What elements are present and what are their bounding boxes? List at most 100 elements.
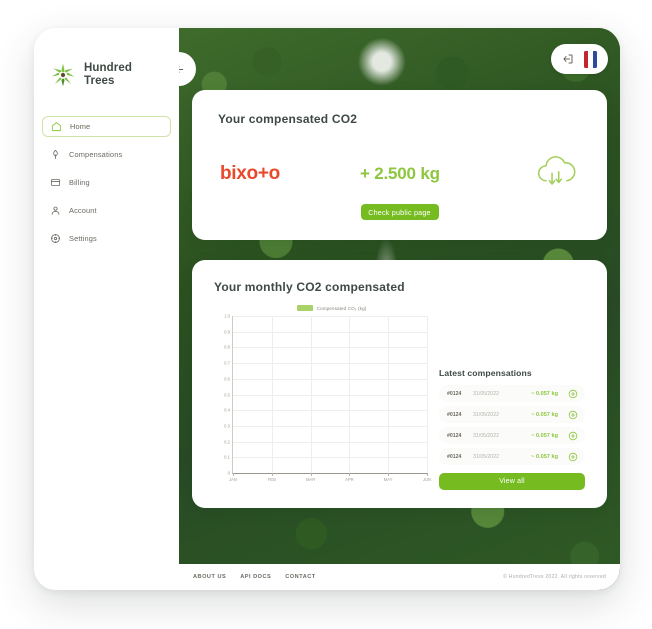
plus-circle-icon[interactable] [568, 431, 578, 441]
chart-gridline-vertical [310, 316, 312, 473]
chart-x-tick-mark [233, 473, 234, 476]
chart-x-tick-label: MAY [383, 477, 393, 482]
chart-gridline-horizontal [233, 378, 427, 380]
chart-y-tick-label: 0.9 [224, 329, 230, 335]
logout-icon[interactable] [562, 53, 574, 65]
compensated-co2-value: + 2.500 kg [360, 164, 440, 183]
sidebar-item-account[interactable]: Account [42, 200, 171, 221]
footer-copyright: © HundredTress 2022. All rights reserved [502, 574, 606, 580]
plus-circle-icon[interactable] [568, 452, 578, 462]
compensation-id: #0124 [447, 432, 462, 439]
chart-gridline-horizontal [233, 457, 427, 459]
header-actions [551, 44, 608, 74]
chart-x-tick-mark [388, 473, 390, 476]
latest-compensations-panel: Latest compensations #0124 31/05/2022 ~ 0.… [439, 302, 585, 494]
plus-circle-icon[interactable] [568, 410, 578, 420]
chart-gridline-horizontal [233, 316, 427, 317]
arrow-left-icon [179, 66, 183, 72]
compensation-id: #0124 [447, 411, 462, 418]
main-content: Your compensated CO2 bixo+o + 2.500 kg C… [179, 28, 620, 590]
brand-name: Hundred Trees [84, 62, 132, 88]
sidebar-item-billing[interactable]: Billing [42, 172, 171, 193]
person-icon [51, 206, 60, 215]
compensation-amount: ~ 0.057 kg [531, 453, 558, 460]
chart-gridline-horizontal [233, 441, 427, 443]
compensated-co2-title: Your compensated CO2 [218, 112, 358, 126]
compensation-id: #0124 [447, 453, 462, 460]
compensated-co2-card: Your compensated CO2 bixo+o + 2.500 kg C… [192, 90, 607, 240]
plus-circle-icon[interactable] [568, 389, 578, 399]
chart-legend: Compensated CO₂ (kg) [234, 302, 429, 314]
chart-x-tick-label: MAR [305, 477, 316, 482]
french-flag-icon[interactable] [584, 50, 597, 68]
trees-starburst-icon [51, 63, 75, 87]
chart-gridline-horizontal [233, 394, 427, 396]
sidebar-item-compensations-label: Compensations [69, 150, 123, 159]
chart-plot-area: 0 0.1 0.2 0.3 0.4 0.5 0.6 0.7 0.8 0.9 1.0 JAN FEB MAR… [224, 314, 431, 483]
footer: ABOUT US API DOCS CONTACT © HundredTress 2… [179, 564, 620, 590]
compensation-amount: ~ 0.057 kg [531, 432, 558, 439]
chart-x-tick-mark [427, 473, 428, 476]
chart-and-list: Compensated CO₂ (kg) 0 0.1 0.2 0.3 0.4 0.5 0.6… [214, 302, 585, 494]
flag-band-red [592, 50, 597, 68]
chart-y-tick-label: 0.2 [224, 439, 230, 445]
sidebar-item-home[interactable]: Home [42, 116, 171, 137]
chart-y-tick-label: 0.3 [224, 423, 230, 429]
chart-y-tick-label: 0.8 [224, 344, 230, 350]
compensation-date: 31/05/2022 [473, 432, 499, 439]
compensation-row[interactable]: #0124 31/05/2022 ~ 0.057 kg [439, 385, 585, 402]
compensation-row[interactable]: #0124 31/05/2022 ~ 0.057 kg [439, 427, 585, 444]
legend-swatch-compensated [296, 305, 313, 311]
gear-icon [51, 234, 60, 243]
chart-y-tick-label: 0.5 [224, 392, 230, 397]
chart-plot: 0 0.1 0.2 0.3 0.4 0.5 0.6 0.7 0.8 0.9 1.0 JAN FEB MAR… [214, 314, 431, 488]
chart-gridline-vertical [388, 316, 390, 473]
compensation-row[interactable]: #0124 31/05/2022 ~ 0.057 kg [439, 448, 585, 465]
sidebar-item-account-label: Account [69, 206, 97, 215]
chart-gridline-horizontal [233, 331, 427, 333]
compensation-row[interactable]: #0124 31/05/2022 ~ 0.057 kg [439, 406, 585, 423]
sidebar-item-compensations[interactable]: Compensations [42, 144, 171, 165]
chart-gridline-horizontal [233, 363, 427, 365]
monthly-co2-card: Your monthly CO2 compensated Compensated… [192, 260, 607, 508]
view-all-button[interactable]: View all [439, 473, 585, 490]
chart-y-tick-label: 0.7 [224, 360, 230, 366]
chart-gridline-horizontal [233, 347, 427, 349]
tree-icon [53, 149, 58, 160]
brand-logo[interactable]: Hundred Trees [34, 28, 179, 98]
cloud-co2-icon [538, 156, 576, 185]
footer-links: ABOUT US API DOCS CONTACT [193, 574, 316, 580]
sidebar-item-settings-label: Settings [69, 234, 97, 243]
chart-gridline-horizontal [233, 425, 427, 427]
monthly-co2-chart: Compensated CO₂ (kg) 0 0.1 0.2 0.3 0.4 0.5 0.6… [214, 302, 431, 494]
sidebar-item-billing-label: Billing [69, 178, 90, 187]
chart-x-tick-label: JAN [229, 477, 237, 482]
sidebar-item-home-label: Home [70, 122, 91, 131]
monthly-co2-title: Your monthly CO2 compensated [214, 280, 405, 294]
chart-x-tick-mark [349, 473, 351, 476]
compensation-id: #0124 [447, 390, 462, 397]
chart-y-tick-label: 0.6 [224, 376, 230, 382]
latest-compensations-title: Latest compensations [439, 368, 532, 378]
footer-link[interactable]: API DOCS [240, 574, 271, 580]
footer-link[interactable]: CONTACT [285, 574, 315, 580]
card-icon [50, 179, 61, 186]
chart-y-tick-label: 1.0 [224, 313, 230, 319]
footer-link[interactable]: ABOUT US [193, 574, 226, 580]
chart-gridline-vertical [427, 316, 428, 473]
compensation-amount: ~ 0.057 kg [531, 411, 558, 418]
chart-x-tick-mark [310, 473, 312, 476]
chart-y-tick-label: 0.4 [224, 407, 230, 413]
sidebar: Hundred Trees Home Compensations Billing… [34, 28, 179, 590]
compensated-co2-summary-row: bixo+o + 2.500 kg [218, 154, 581, 194]
chart-x-tick-label: APR [345, 477, 354, 482]
sidebar-nav: Home Compensations Billing Account Setti… [34, 116, 179, 249]
app-window: Hundred Trees Home Compensations Billing… [34, 28, 620, 590]
chart-gridline-vertical [271, 316, 273, 473]
latest-compensations-list: #0124 31/05/2022 ~ 0.057 kg #0124 31/05/2022… [439, 385, 585, 469]
check-public-page-button[interactable]: Check public page [360, 204, 439, 220]
brand-name-line2: Trees [84, 75, 115, 87]
chart-y-tick-label: 0.1 [224, 454, 230, 460]
legend-label-compensated: Compensated CO₂ (kg) [316, 305, 367, 311]
sidebar-item-settings[interactable]: Settings [42, 228, 171, 249]
